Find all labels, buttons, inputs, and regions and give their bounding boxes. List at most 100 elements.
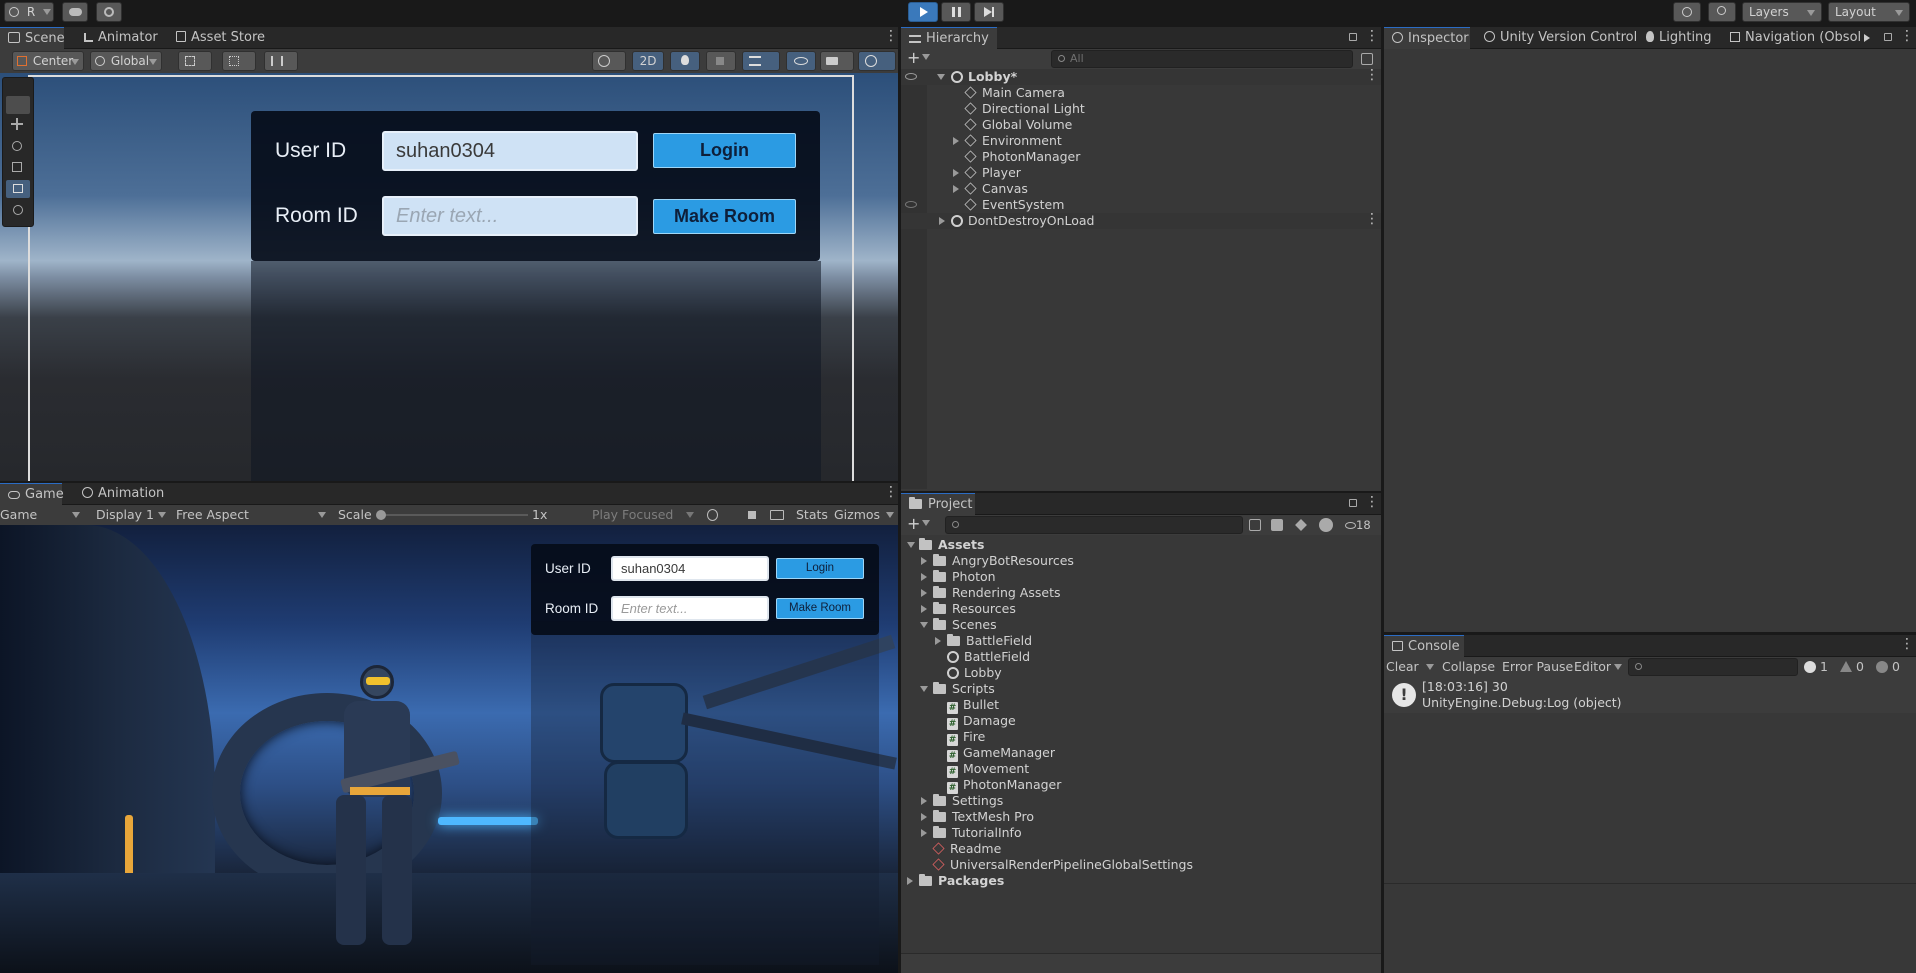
lighting-toggle[interactable] — [670, 51, 700, 71]
error-pause-button[interactable]: Error Pause — [1502, 657, 1573, 677]
game-login-button[interactable]: Login — [776, 558, 864, 579]
scene-room-id-input[interactable]: Enter text... — [382, 196, 638, 236]
scale-slider[interactable] — [376, 510, 528, 520]
tab-inspector[interactable]: Inspector — [1384, 27, 1470, 49]
scene-menu-icon[interactable] — [884, 28, 898, 45]
label-icon[interactable] — [1295, 519, 1307, 531]
hierarchy-item[interactable]: Main Camera — [901, 85, 1381, 101]
chevron-down-icon[interactable] — [920, 622, 928, 628]
mode-2d-toggle[interactable]: 2D — [632, 51, 664, 71]
project-item[interactable]: BattleField — [901, 649, 1381, 665]
chevron-right-icon[interactable] — [953, 169, 959, 177]
project-item[interactable]: # PhotonManager — [901, 777, 1381, 794]
project-item[interactable]: BattleField — [901, 633, 1381, 649]
history-button[interactable] — [1673, 2, 1701, 22]
tab-project[interactable]: Project — [901, 493, 975, 515]
lock-icon[interactable] — [1349, 499, 1357, 507]
gizmos-scene-dropdown[interactable] — [858, 51, 896, 71]
hierarchy-item[interactable]: Canvas — [901, 181, 1381, 197]
clear-dropdown[interactable]: Clear — [1386, 657, 1434, 677]
scene-login-button[interactable]: Login — [653, 133, 796, 168]
chevron-right-icon[interactable] — [921, 829, 927, 837]
chevron-right-icon[interactable] — [953, 185, 959, 193]
editor-dropdown[interactable]: Editor — [1574, 657, 1622, 677]
chevron-right-icon[interactable] — [921, 589, 927, 597]
log-count-toggle[interactable]: 1 — [1804, 657, 1838, 677]
eye-off-icon[interactable] — [905, 201, 917, 208]
filter-type-icon[interactable] — [1271, 519, 1283, 531]
project-menu-icon[interactable] — [1365, 494, 1379, 511]
tab-lighting[interactable]: Lighting — [1638, 27, 1720, 49]
chevron-right-icon[interactable] — [921, 797, 927, 805]
scene-user-id-input[interactable]: suhan0304 — [382, 131, 638, 171]
tab-asset-store[interactable]: Asset Store — [168, 27, 273, 49]
eye-icon[interactable] — [905, 73, 917, 80]
lock-icon[interactable] — [1349, 33, 1357, 41]
tab-hierarchy[interactable]: Hierarchy — [901, 27, 997, 49]
scene-menu-icon[interactable] — [1365, 211, 1379, 228]
hand-tool-icon[interactable] — [6, 96, 30, 114]
align-button[interactable] — [264, 51, 298, 71]
hierarchy-item[interactable]: Lobby* — [901, 67, 1381, 85]
project-item[interactable]: Readme — [901, 841, 1381, 857]
hierarchy-item[interactable]: PhotonManager — [901, 149, 1381, 165]
step-button[interactable] — [974, 2, 1004, 22]
project-item[interactable]: Settings — [901, 793, 1381, 809]
project-create-dropdown[interactable]: + — [907, 516, 931, 534]
cloud-button[interactable] — [62, 2, 88, 22]
console-menu-icon[interactable] — [1900, 636, 1914, 653]
project-item[interactable]: Lobby — [901, 665, 1381, 681]
move-tool-icon[interactable] — [6, 117, 30, 135]
chevron-right-icon[interactable] — [921, 573, 927, 581]
chevron-right-icon[interactable] — [1864, 34, 1870, 42]
chevron-right-icon[interactable] — [921, 557, 927, 565]
game-viewport[interactable]: User ID suhan0304 Login Room ID Enter te… — [0, 525, 898, 973]
search-options-icon[interactable] — [1361, 53, 1373, 65]
console-search-input[interactable] — [1628, 658, 1798, 676]
chevron-down-icon[interactable] — [907, 542, 915, 548]
chevron-down-icon[interactable] — [920, 686, 928, 692]
tab-scene[interactable]: Scene — [0, 27, 65, 49]
game-room-id-input[interactable]: Enter text... — [611, 596, 769, 621]
debug-button[interactable] — [704, 507, 722, 523]
collapse-button[interactable]: Collapse — [1442, 657, 1495, 677]
audio-toggle[interactable] — [706, 51, 736, 71]
account-dropdown[interactable]: R — [4, 2, 54, 22]
transform-tool-icon[interactable] — [6, 201, 30, 219]
keyboard-button[interactable] — [768, 507, 786, 523]
layers-dropdown[interactable]: Layers — [1742, 2, 1822, 22]
play-focused-dropdown[interactable]: Play Focused — [592, 505, 696, 525]
project-item[interactable]: TextMesh Pro — [901, 809, 1381, 825]
scene-menu-icon[interactable] — [1365, 67, 1379, 84]
layout-dropdown[interactable]: Layout — [1828, 2, 1910, 22]
project-item[interactable]: Scripts — [901, 681, 1381, 697]
warning-count-toggle[interactable]: 0 — [1840, 657, 1874, 677]
project-item[interactable]: # Movement — [901, 761, 1381, 778]
project-item[interactable]: Rendering Assets — [901, 585, 1381, 601]
warning-filter-icon[interactable] — [1319, 518, 1333, 532]
tab-version-control[interactable]: Unity Version Control — [1476, 27, 1645, 49]
tab-animator[interactable]: Animator — [76, 27, 166, 49]
snap-increment-button[interactable] — [222, 51, 256, 71]
tab-animation[interactable]: Animation — [74, 483, 172, 505]
effects-dropdown[interactable] — [742, 51, 780, 71]
chevron-right-icon[interactable] — [921, 813, 927, 821]
display-dropdown[interactable]: Display 1 — [96, 505, 168, 525]
project-item[interactable]: TutorialInfo — [901, 825, 1381, 841]
scene-viewport[interactable]: User ID suhan0304 Login Room ID Enter te… — [0, 73, 898, 481]
project-item[interactable]: AngryBotResources — [901, 553, 1381, 569]
project-item[interactable]: # Bullet — [901, 697, 1381, 714]
project-item[interactable]: Packages — [901, 873, 1381, 889]
camera-dropdown[interactable] — [820, 51, 854, 71]
project-item[interactable]: Scenes — [901, 617, 1381, 633]
project-item[interactable]: # GameManager — [901, 745, 1381, 762]
hidden-packages-toggle[interactable]: 18 — [1345, 515, 1379, 535]
game-menu-icon[interactable] — [884, 484, 898, 501]
hierarchy-item[interactable]: EventSystem — [901, 197, 1381, 213]
console-entry[interactable]: ! [18:03:16] 30 UnityEngine.Debug:Log (o… — [1384, 677, 1916, 713]
game-user-id-input[interactable]: suhan0304 — [611, 556, 769, 581]
stats-button[interactable]: Stats — [796, 505, 828, 525]
tab-navigation[interactable]: Navigation (Obsolete — [1722, 27, 1860, 49]
hierarchy-item[interactable]: Player — [901, 165, 1381, 181]
chevron-right-icon[interactable] — [939, 217, 945, 225]
